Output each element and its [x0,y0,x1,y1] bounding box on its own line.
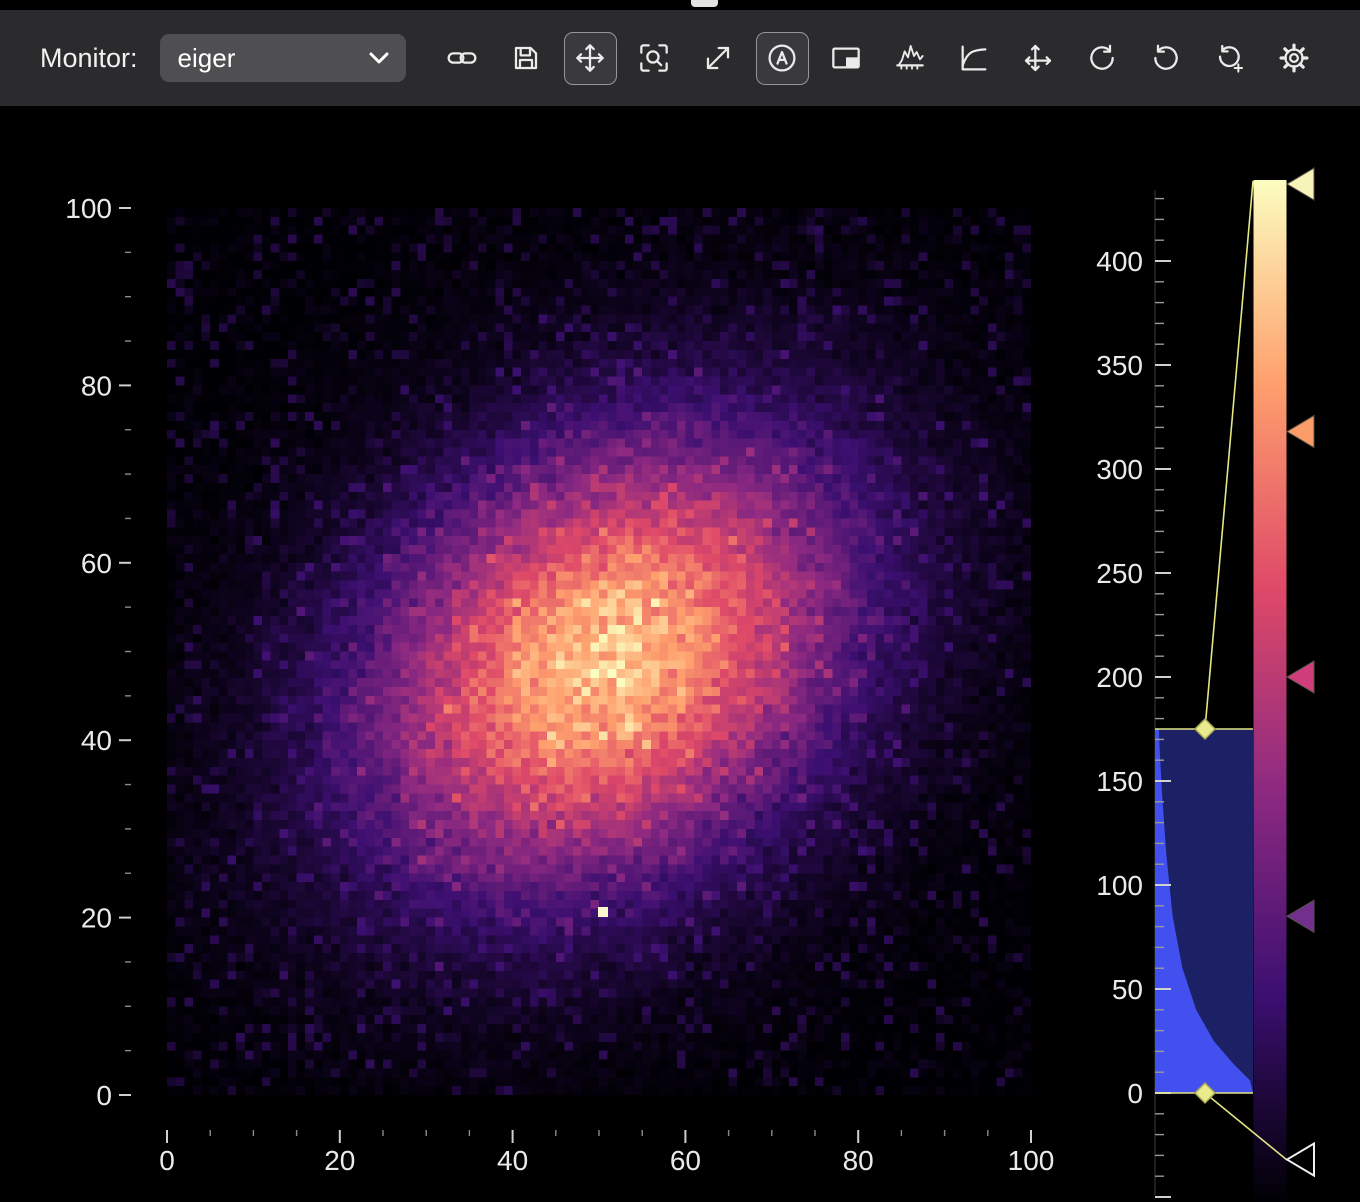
colormap-min-handle[interactable] [1287,1144,1314,1176]
peak-marker [598,907,608,917]
x-axis-label: 40 [497,1145,528,1176]
colorbar-label: 250 [1096,558,1143,589]
colorbar-gradient[interactable] [1254,180,1287,1202]
y-axis-label: 0 [96,1080,112,1111]
colorbar-label: 100 [1096,870,1143,901]
colormap-stop-2-handle[interactable] [1287,661,1314,693]
colormap-stop-3-handle[interactable] [1287,416,1314,448]
colorbar-label: 0 [1127,1078,1143,1109]
colormap-stop-1-handle[interactable] [1287,900,1314,932]
y-axis-label: 100 [65,193,112,224]
colorbar-label: 400 [1096,246,1143,277]
range-max-map-line [1205,181,1253,729]
colormap-max-handle[interactable] [1287,168,1314,200]
colorbar-label: 50 [1112,974,1143,1005]
app-window: Monitor: eiger [0,0,1360,1202]
colorbar-label: 150 [1096,766,1143,797]
y-axis-label: 20 [81,903,112,934]
colorbar-label: 350 [1096,350,1143,381]
y-axis-label: 40 [81,725,112,756]
y-axis-label: 80 [81,370,112,401]
y-axis-label: 60 [81,548,112,579]
x-axis-label: 60 [670,1145,701,1176]
x-axis-label: 80 [843,1145,874,1176]
colorbar-label: 300 [1096,454,1143,485]
plot-and-colorbar-overlay: 0 20 40 60 80 100 0 20 40 60 80 100 0 50 100 150 200 250 3… [0,0,1360,1202]
colorbar-label: 200 [1096,662,1143,693]
x-axis-label: 100 [1008,1145,1055,1176]
x-axis-label: 0 [159,1145,175,1176]
x-axis-label: 20 [324,1145,355,1176]
